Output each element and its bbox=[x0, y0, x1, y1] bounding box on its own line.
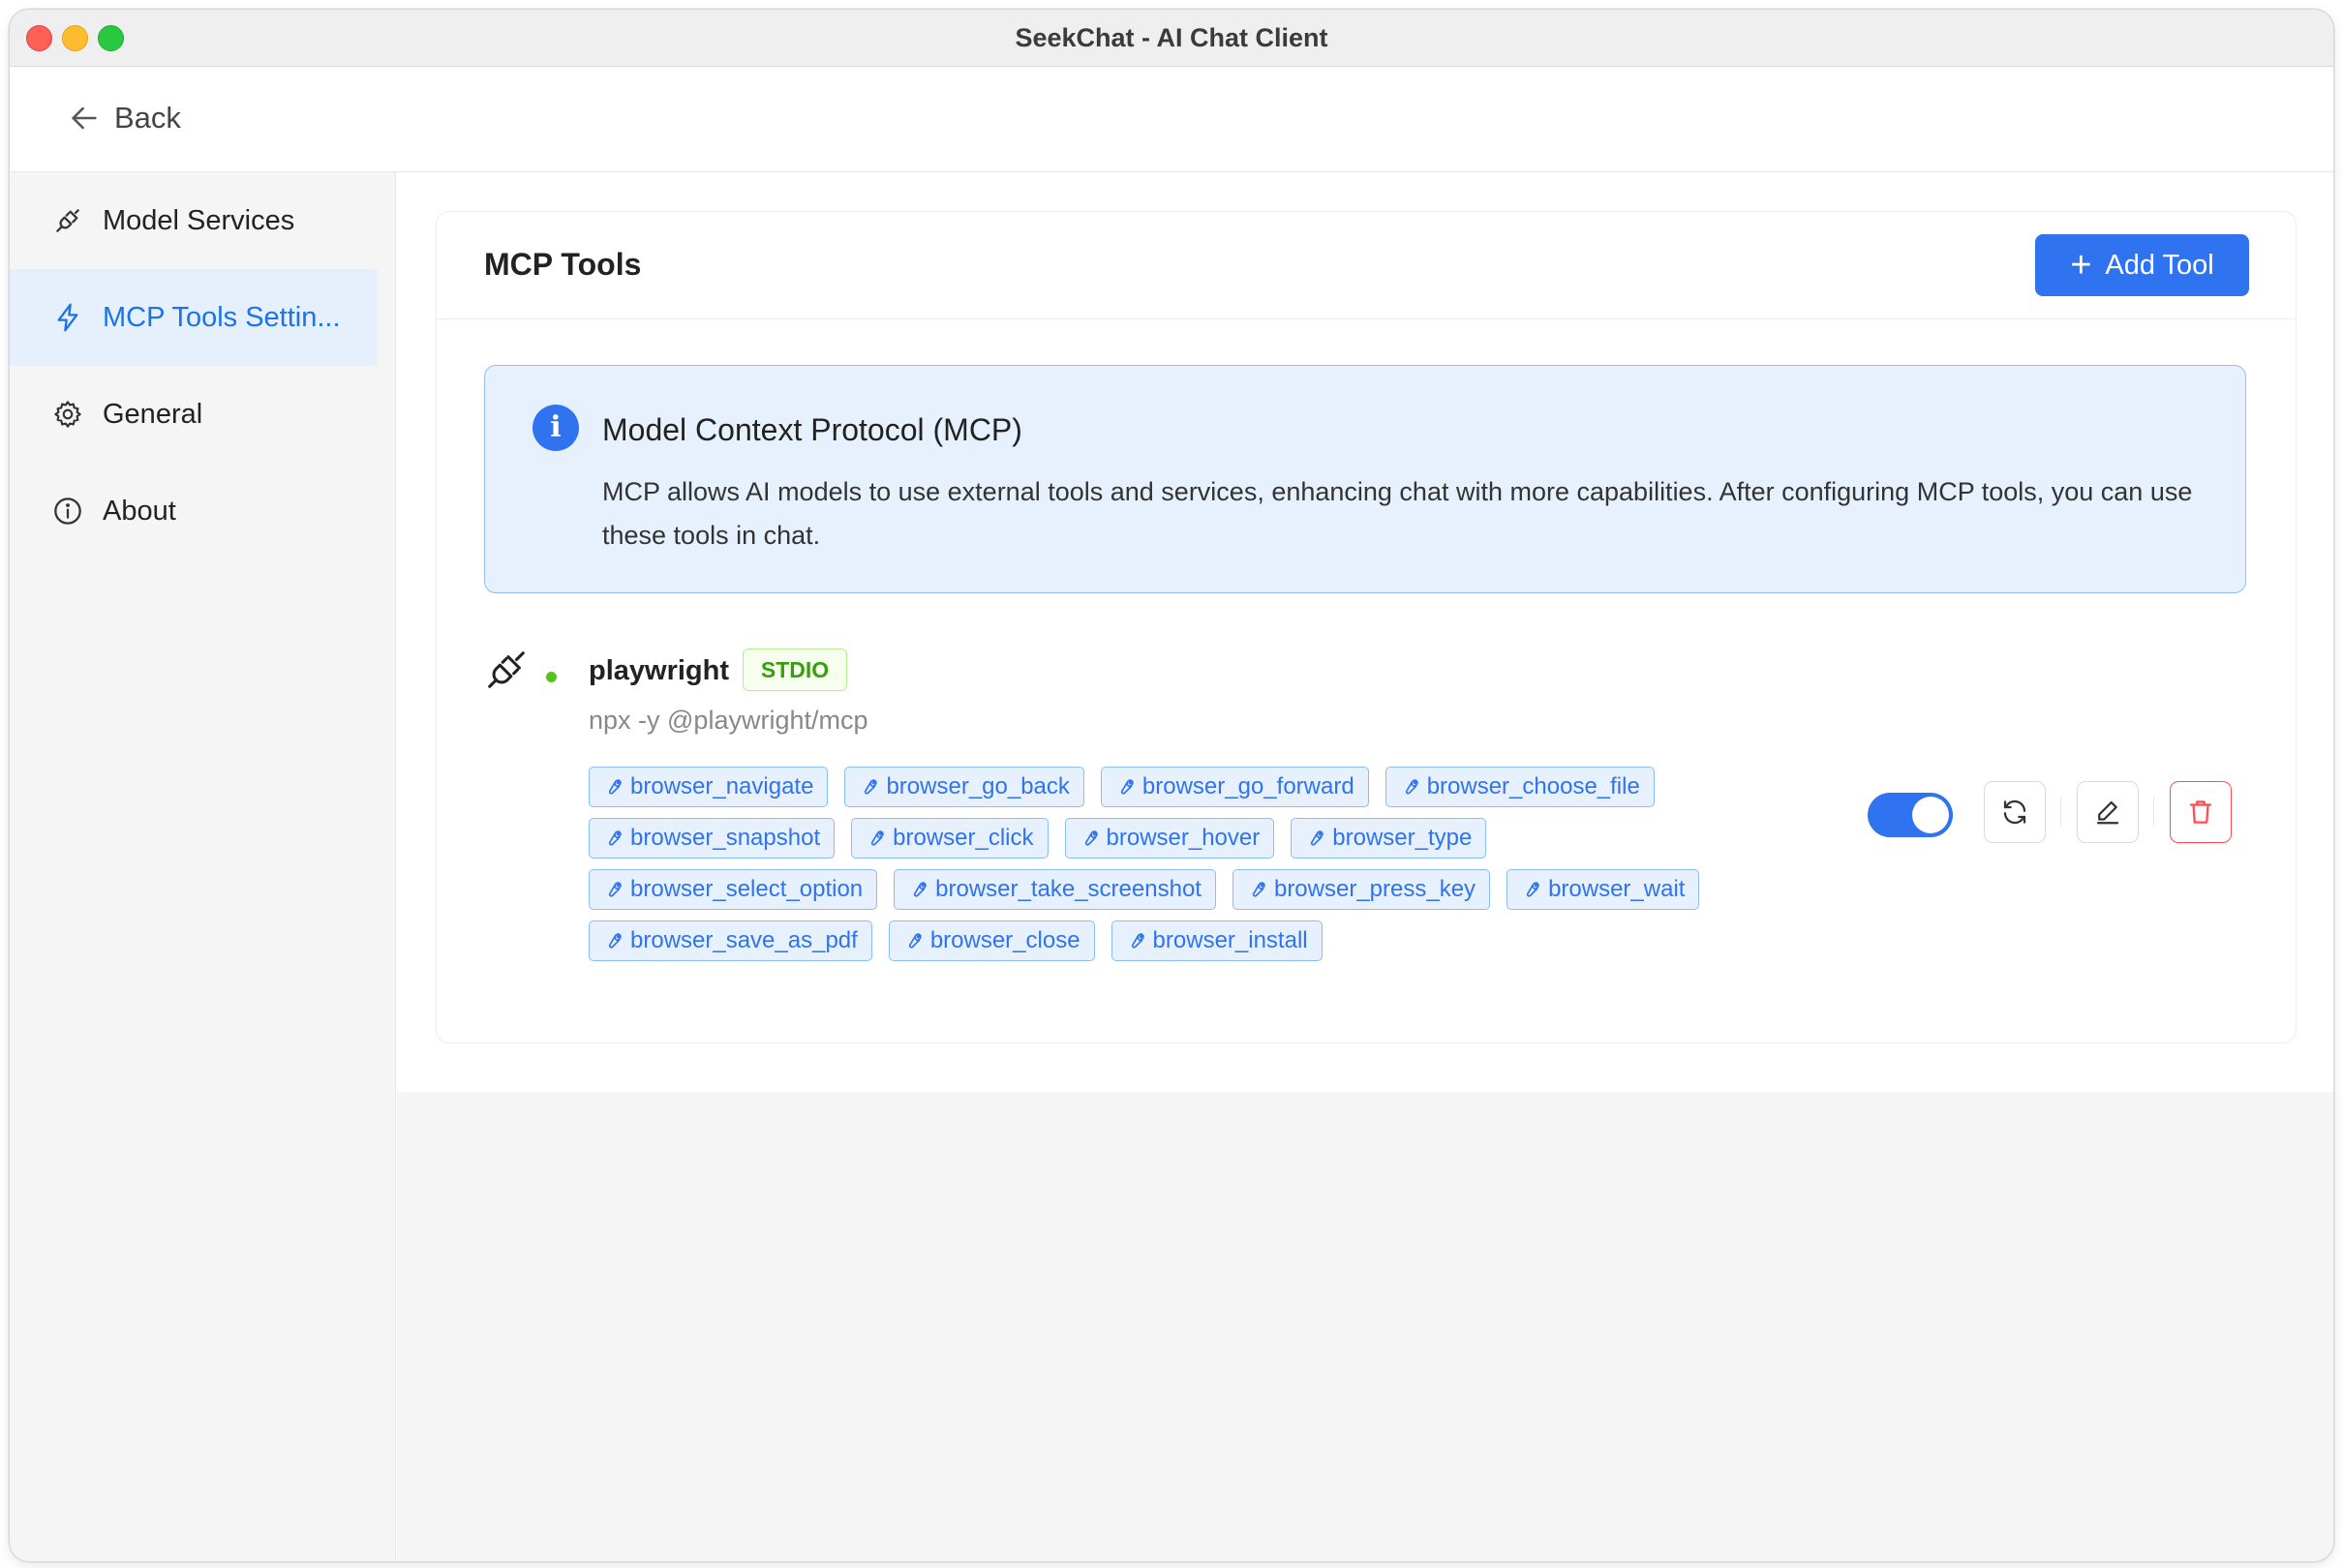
lightning-icon bbox=[52, 302, 83, 333]
add-tool-button[interactable]: + Add Tool bbox=[2035, 234, 2249, 296]
wrench-icon bbox=[608, 882, 622, 897]
gear-icon bbox=[52, 399, 83, 430]
enable-toggle[interactable] bbox=[1868, 793, 1953, 837]
edit-button[interactable] bbox=[2077, 781, 2139, 843]
sidebar-item-mcp-tools[interactable]: MCP Tools Settin... bbox=[10, 269, 378, 366]
sidebar-item-label: General bbox=[103, 398, 203, 430]
plus-icon: + bbox=[2070, 245, 2092, 286]
wrench-icon bbox=[1526, 882, 1539, 897]
tool-tag: browser_choose_file bbox=[1384, 767, 1655, 807]
tool-name: browser_close bbox=[929, 927, 1080, 953]
plug-icon bbox=[52, 205, 83, 236]
tool-tag: browser_click bbox=[851, 818, 1049, 859]
info-circle-icon bbox=[52, 496, 83, 527]
wrench-icon bbox=[608, 933, 622, 949]
sidebar-item-general[interactable]: General bbox=[10, 366, 378, 463]
server-name: playwright bbox=[589, 655, 730, 686]
tool-name: browser_install bbox=[1152, 927, 1308, 953]
tool-name: browser_choose_file bbox=[1426, 773, 1640, 799]
back-button[interactable]: Back bbox=[68, 94, 181, 142]
main-content: MCP Tools + Add Tool i Model Context Pro… bbox=[397, 172, 2333, 1561]
trash-icon bbox=[2189, 800, 2212, 824]
tool-tag: browser_close bbox=[888, 920, 1095, 961]
tool-tag: browser_go_forward bbox=[1100, 767, 1369, 807]
plug-icon bbox=[484, 648, 529, 692]
page-title: MCP Tools bbox=[484, 247, 642, 282]
transport-badge: STDIO bbox=[743, 648, 847, 691]
card-header: MCP Tools + Add Tool bbox=[437, 212, 2296, 319]
wrench-icon bbox=[914, 882, 927, 897]
tool-tag: browser_navigate bbox=[589, 767, 829, 807]
tool-name: browser_take_screenshot bbox=[935, 876, 1202, 902]
info-icon: i bbox=[532, 405, 579, 451]
sidebar-item-model-services[interactable]: Model Services bbox=[10, 172, 378, 269]
refresh-icon bbox=[2003, 799, 2026, 825]
sidebar-item-label: Model Services bbox=[103, 204, 295, 236]
sidebar-item-about[interactable]: About bbox=[10, 463, 378, 559]
tool-tag: browser_press_key bbox=[1232, 869, 1491, 910]
refresh-button[interactable] bbox=[1984, 781, 2046, 843]
sidebar-item-label: About bbox=[103, 495, 176, 527]
divider bbox=[2060, 797, 2061, 826]
status-indicator bbox=[546, 672, 557, 682]
info-title: Model Context Protocol (MCP) bbox=[602, 412, 1022, 447]
tool-tag: browser_snapshot bbox=[589, 818, 836, 859]
tool-name: browser_save_as_pdf bbox=[630, 927, 858, 953]
tool-tag: browser_take_screenshot bbox=[894, 869, 1216, 910]
info-description: MCP allows AI models to use external too… bbox=[602, 477, 2193, 550]
edit-icon bbox=[2096, 800, 2119, 825]
server-command: npx -y @playwright/mcp bbox=[589, 706, 868, 735]
app-window: SeekChat - AI Chat Client Back Model Ser… bbox=[10, 10, 2333, 1561]
tool-name: browser_navigate bbox=[630, 773, 814, 799]
tool-tag: browser_select_option bbox=[589, 869, 878, 910]
title-bar: SeekChat - AI Chat Client bbox=[10, 10, 2333, 67]
tool-name: browser_select_option bbox=[630, 876, 864, 902]
window-title: SeekChat - AI Chat Client bbox=[1015, 23, 1328, 52]
wrench-icon bbox=[1405, 779, 1418, 795]
tool-list: browser_navigate browser_go_back browser_g… bbox=[589, 767, 1750, 961]
mcp-tools-card: MCP Tools + Add Tool i Model Context Pro… bbox=[436, 211, 2297, 1043]
wrench-icon bbox=[870, 830, 884, 846]
tool-name: browser_type bbox=[1332, 825, 1473, 851]
tool-tag: browser_install bbox=[1111, 920, 1323, 961]
wrench-icon bbox=[908, 933, 922, 949]
wrench-icon bbox=[1311, 830, 1324, 846]
tool-name: browser_snapshot bbox=[630, 825, 821, 851]
back-label: Back bbox=[114, 101, 181, 135]
tool-name: browser_click bbox=[893, 825, 1034, 851]
wrench-icon bbox=[608, 779, 622, 795]
top-bar: Back bbox=[10, 67, 2333, 172]
delete-button[interactable] bbox=[2170, 781, 2232, 843]
wrench-icon bbox=[1120, 779, 1134, 795]
tool-name: browser_go_back bbox=[886, 773, 1070, 799]
sidebar: Model Services MCP Tools Settin... Gener… bbox=[10, 172, 396, 1561]
divider bbox=[2153, 797, 2154, 826]
tool-tag: browser_wait bbox=[1506, 869, 1700, 910]
sidebar-item-label: MCP Tools Settin... bbox=[103, 301, 341, 333]
tool-name: browser_hover bbox=[1106, 825, 1261, 851]
wrench-icon bbox=[608, 830, 622, 846]
wrench-icon bbox=[1252, 882, 1265, 897]
tool-name: browser_press_key bbox=[1273, 876, 1476, 902]
tool-tag: browser_hover bbox=[1064, 818, 1275, 859]
tool-tag: browser_type bbox=[1291, 818, 1487, 859]
wrench-icon bbox=[865, 779, 878, 795]
tool-tag: browser_go_back bbox=[844, 767, 1084, 807]
tool-name: browser_wait bbox=[1548, 876, 1686, 902]
arrow-left-icon bbox=[72, 106, 97, 130]
tool-name: browser_go_forward bbox=[1141, 773, 1354, 799]
toggle-knob bbox=[1912, 797, 1949, 833]
wrench-icon bbox=[1084, 830, 1098, 846]
wrench-icon bbox=[1131, 933, 1144, 949]
tool-tag: browser_save_as_pdf bbox=[589, 920, 872, 961]
info-alert: i Model Context Protocol (MCP) MCP allow… bbox=[484, 365, 2246, 593]
add-tool-label: Add Tool bbox=[2105, 249, 2214, 281]
